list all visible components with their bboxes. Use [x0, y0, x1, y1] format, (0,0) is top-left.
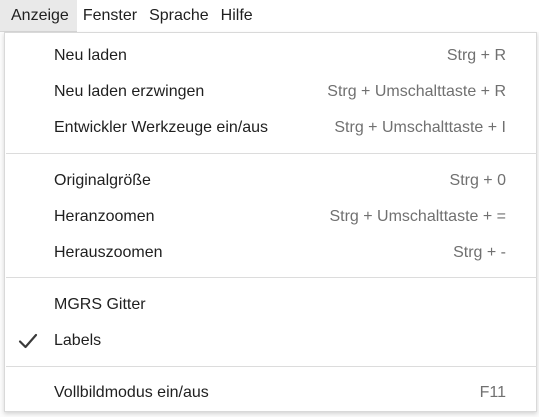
menu-item-toggle-devtools[interactable]: Entwickler Werkzeuge ein/aus Strg + Umsc…: [5, 111, 536, 145]
menu-bar: Anzeige Fenster Sprache Hilfe: [0, 0, 539, 32]
menu-item-label: Neu laden erzwingen: [54, 83, 205, 100]
menu-item-label: Neu laden: [54, 47, 127, 64]
menu-item-label: Vollbildmodus ein/aus: [54, 384, 209, 401]
menu-item-labels[interactable]: Labels: [5, 324, 536, 358]
checkmark-icon: [18, 333, 38, 349]
menu-item-label: Heranzoomen: [54, 208, 155, 225]
menu-item-shortcut: F11: [479, 384, 506, 401]
menu-item-actual-size[interactable]: Originalgröße Strg + 0: [5, 164, 536, 198]
menu-item-mgrs-grid[interactable]: MGRS Gitter: [5, 288, 536, 322]
menu-item-label: Herauszoomen: [54, 244, 163, 261]
menu-separator: [6, 153, 537, 154]
view-menu-dropdown: Neu laden Strg + R Neu laden erzwingen S…: [4, 32, 537, 412]
menu-item-shortcut: Strg + R: [446, 47, 506, 64]
menu-item-label: Entwickler Werkzeuge ein/aus: [54, 119, 269, 136]
menu-fenster[interactable]: Fenster: [77, 0, 143, 32]
menu-item-shortcut: Strg + Umschalttaste + R: [327, 83, 506, 100]
menu-item-force-reload[interactable]: Neu laden erzwingen Strg + Umschalttaste…: [5, 75, 536, 109]
menu-item-label: Originalgröße: [54, 172, 151, 189]
menu-item-zoom-out[interactable]: Herauszoomen Strg + -: [5, 236, 536, 270]
menu-separator: [6, 366, 537, 367]
menu-item-shortcut: Strg + Umschalttaste + =: [329, 208, 506, 225]
menu-item-shortcut: Strg + Umschalttaste + I: [334, 119, 506, 136]
menu-item-shortcut: Strg + 0: [449, 172, 506, 189]
menu-item-label: MGRS Gitter: [54, 296, 146, 313]
menu-item-label: Labels: [54, 332, 102, 349]
menu-hilfe[interactable]: Hilfe: [215, 0, 259, 32]
menu-item-shortcut: Strg + -: [453, 244, 506, 261]
menu-item-zoom-in[interactable]: Heranzoomen Strg + Umschalttaste + =: [5, 200, 536, 234]
menu-item-reload[interactable]: Neu laden Strg + R: [5, 39, 536, 73]
menu-separator: [6, 277, 537, 278]
menu-sprache[interactable]: Sprache: [143, 0, 215, 32]
menu-anzeige[interactable]: Anzeige: [0, 0, 77, 32]
menu-item-toggle-fullscreen[interactable]: Vollbildmodus ein/aus F11: [5, 376, 536, 410]
